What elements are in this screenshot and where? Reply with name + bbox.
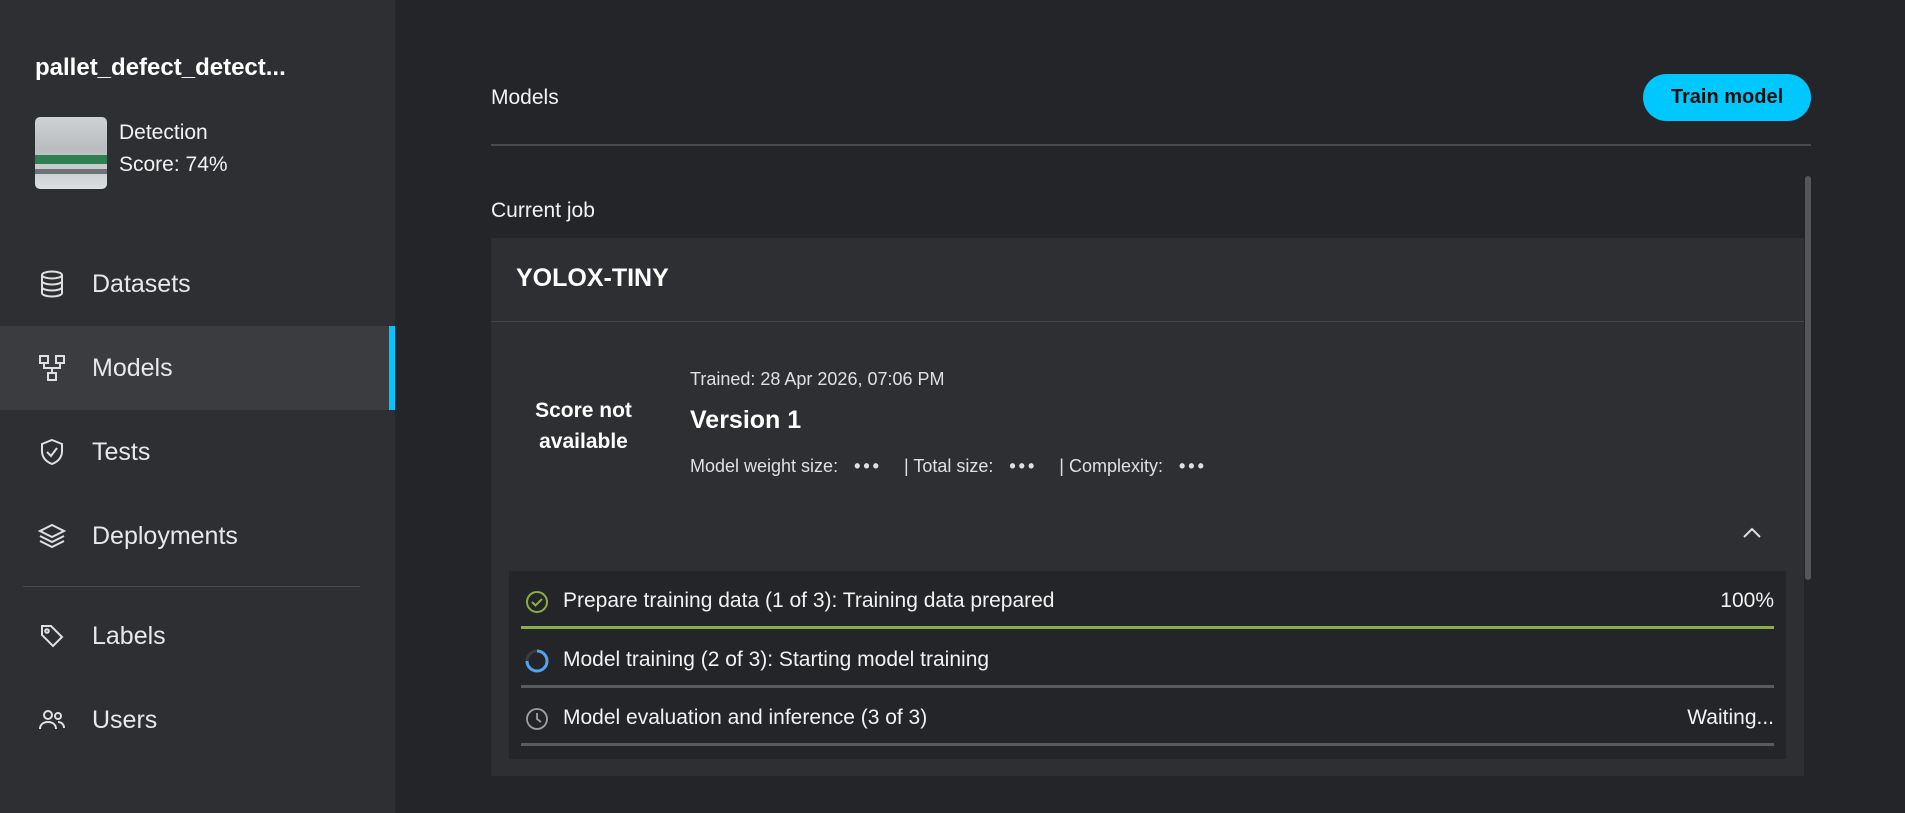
clock-icon xyxy=(525,707,549,731)
current-job-heading: Current job xyxy=(491,199,595,222)
sidebar-item-label: Labels xyxy=(92,621,166,650)
project-name[interactable]: pallet_defect_detect... xyxy=(35,54,375,82)
project-type: Detection xyxy=(119,121,208,144)
step-progress-bar xyxy=(521,743,1774,746)
spinner-icon xyxy=(525,649,549,673)
shield-check-icon xyxy=(38,438,66,466)
project-score: Score: 74% xyxy=(119,153,228,176)
sidebar-item-label: Tests xyxy=(92,437,151,466)
training-step: Prepare training data (1 of 3): Training… xyxy=(521,574,1774,629)
sidebar: pallet_defect_detect... Detection Score:… xyxy=(0,0,395,813)
score-not-available: Score not available xyxy=(535,399,632,453)
collapse-button[interactable] xyxy=(1738,519,1766,547)
header-divider xyxy=(491,144,1811,146)
train-model-button[interactable]: Train model xyxy=(1643,74,1811,121)
sidebar-item-datasets[interactable]: Datasets xyxy=(0,242,395,326)
weight-size-loading: ••• xyxy=(854,456,882,476)
sidebar-item-labels[interactable]: Labels xyxy=(0,594,395,678)
sidebar-item-label: Users xyxy=(92,705,158,734)
sidebar-item-models[interactable]: Models xyxy=(0,326,395,410)
chevron-up-icon xyxy=(1743,527,1761,538)
layers-icon xyxy=(38,522,66,550)
training-step: Model training (2 of 3): Starting model … xyxy=(521,633,1774,688)
sidebar-item-label: Models xyxy=(92,353,173,382)
complexity-loading: ••• xyxy=(1178,456,1207,476)
sidebar-divider xyxy=(23,586,360,587)
step-status: 100% xyxy=(1720,589,1774,612)
sidebar-item-users[interactable]: Users xyxy=(0,678,395,762)
model-name: YOLOX-TINY xyxy=(516,264,669,292)
page-title: Models xyxy=(491,86,559,109)
weight-size-label: Model weight size: xyxy=(690,456,839,476)
scrollbar-thumb[interactable] xyxy=(1805,176,1811,580)
step-progress-bar xyxy=(521,626,1774,629)
users-icon xyxy=(38,706,66,734)
total-size-label: | Total size: xyxy=(903,456,994,476)
job-card: YOLOX-TINY Score not available Trained: … xyxy=(491,238,1804,776)
model-meta-row: Model weight size: ••• | Total size: •••… xyxy=(690,456,1229,477)
step-label: Prepare training data (1 of 3): Training… xyxy=(563,589,1055,612)
database-icon xyxy=(38,270,66,298)
step-label: Model training (2 of 3): Starting model … xyxy=(563,648,990,671)
step-label: Model evaluation and inference (3 of 3) xyxy=(563,706,928,729)
version-title: Version 1 xyxy=(690,406,802,434)
complexity-label: | Complexity: xyxy=(1059,456,1163,476)
models-icon xyxy=(38,354,66,382)
step-progress-bar xyxy=(521,685,1774,688)
tags-icon xyxy=(38,622,66,650)
training-step: Model evaluation and inference (3 of 3) … xyxy=(521,691,1774,746)
sidebar-item-tests[interactable]: Tests xyxy=(0,410,395,494)
job-card-header: YOLOX-TINY xyxy=(491,238,1804,322)
sidebar-item-label: Deployments xyxy=(92,521,238,550)
step-status: Waiting... xyxy=(1687,706,1774,729)
project-thumbnail[interactable] xyxy=(35,117,107,189)
trained-date: Trained: 28 Apr 2026, 07:06 PM xyxy=(690,369,945,389)
total-size-loading: ••• xyxy=(1009,456,1038,476)
sidebar-item-deployments[interactable]: Deployments xyxy=(0,494,395,578)
check-circle-icon xyxy=(525,590,549,614)
training-steps: Prepare training data (1 of 3): Training… xyxy=(509,571,1786,759)
sidebar-item-label: Datasets xyxy=(92,269,191,298)
